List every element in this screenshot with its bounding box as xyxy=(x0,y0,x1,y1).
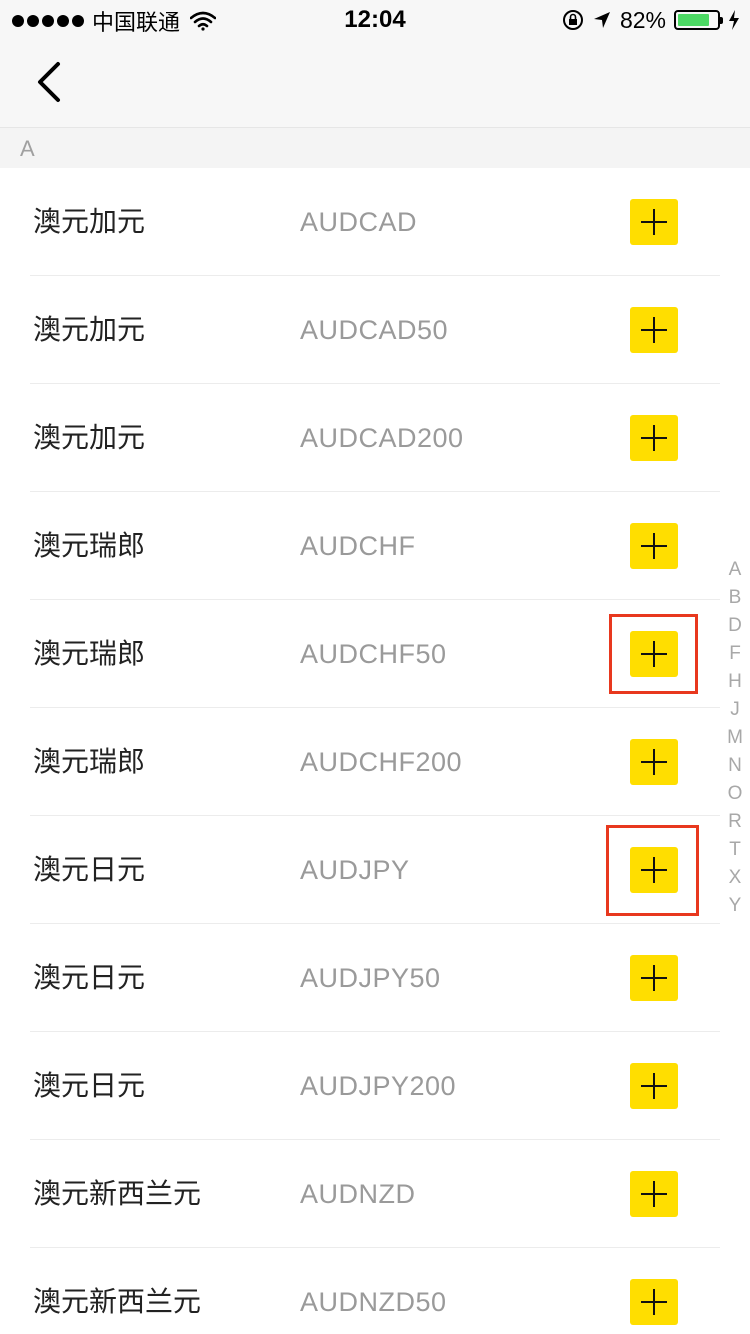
currency-pair-name: 澳元新西兰元 xyxy=(33,1177,202,1210)
index-letter[interactable]: R xyxy=(722,808,748,836)
list-item[interactable]: 澳元瑞郎 AUDCHF xyxy=(0,492,750,600)
index-letter[interactable]: X xyxy=(722,864,748,892)
index-letter[interactable]: A xyxy=(722,556,748,584)
currency-pair-name: 澳元新西兰元 xyxy=(33,1285,202,1318)
currency-pair-name: 澳元加元 xyxy=(33,313,146,346)
currency-pair-symbol: AUDJPY200 xyxy=(300,1071,457,1101)
add-button[interactable] xyxy=(630,739,678,785)
currency-pair-symbol: AUDCHF xyxy=(300,531,416,561)
alphabet-index-bar[interactable]: ABDFHJMNORTXY xyxy=(722,556,748,920)
list-item[interactable]: 澳元加元 AUDCAD200 xyxy=(0,384,750,492)
index-letter[interactable]: J xyxy=(722,696,748,724)
index-letter[interactable]: D xyxy=(722,612,748,640)
currency-pair-symbol: AUDJPY xyxy=(300,855,410,885)
list-item[interactable]: 澳元日元 AUDJPY200 xyxy=(0,1032,750,1140)
battery-percentage: 82% xyxy=(619,6,666,33)
add-button[interactable] xyxy=(630,1171,678,1217)
currency-pair-symbol: AUDCAD50 xyxy=(300,315,449,345)
currency-pair-symbol: AUDCAD xyxy=(300,207,418,237)
charging-bolt-icon xyxy=(729,10,739,30)
list-item[interactable]: 澳元日元 AUDJPY50 xyxy=(0,924,750,1032)
status-bar: 中国联通 12:04 82% xyxy=(0,0,750,40)
currency-pair-symbol: AUDNZD50 xyxy=(300,1287,447,1317)
index-letter[interactable]: N xyxy=(722,752,748,780)
list-item[interactable]: 澳元瑞郎 AUDCHF200 xyxy=(0,708,750,816)
currency-pair-symbol: AUDNZD xyxy=(300,1179,416,1209)
list-item[interactable]: 澳元日元 AUDJPY xyxy=(0,816,750,924)
currency-pair-symbol: AUDCAD200 xyxy=(300,423,464,453)
index-letter[interactable]: B xyxy=(722,584,748,612)
add-button[interactable] xyxy=(630,631,678,677)
currency-pair-name: 澳元瑞郎 xyxy=(33,745,146,778)
status-right: 82% xyxy=(562,7,740,33)
index-letter[interactable]: H xyxy=(722,668,748,696)
currency-pair-name: 澳元瑞郎 xyxy=(33,637,146,670)
index-letter[interactable]: M xyxy=(722,724,748,752)
index-letter[interactable]: Y xyxy=(722,892,748,920)
currency-pair-name: 澳元瑞郎 xyxy=(33,529,146,562)
back-button[interactable] xyxy=(22,54,78,114)
add-button[interactable] xyxy=(630,955,678,1001)
battery-level-fill xyxy=(678,14,710,26)
currency-pair-symbol: AUDCHF50 xyxy=(300,639,447,669)
currency-pair-name: 澳元加元 xyxy=(33,421,146,454)
navigation-bar xyxy=(0,40,750,128)
add-button[interactable] xyxy=(630,415,678,461)
currency-pair-name: 澳元日元 xyxy=(33,1069,146,1102)
add-button[interactable] xyxy=(630,307,678,353)
currency-pair-name: 澳元日元 xyxy=(33,853,146,886)
list-item[interactable]: 澳元新西兰元 AUDNZD50 xyxy=(0,1248,750,1334)
currency-pair-list: 澳元加元 AUDCAD 澳元加元 AUDCAD50 澳元加元 AUDCAD200 澳元瑞郎 A… xyxy=(0,168,750,1334)
chevron-left-icon xyxy=(38,62,60,102)
add-button[interactable] xyxy=(630,1279,678,1325)
currency-pair-name: 澳元加元 xyxy=(33,205,146,238)
currency-pair-name: 澳元日元 xyxy=(33,961,146,994)
location-arrow-icon xyxy=(593,12,610,28)
add-button[interactable] xyxy=(630,847,678,893)
index-letter[interactable]: T xyxy=(722,836,748,864)
list-item[interactable]: 澳元瑞郎 AUDCHF50 xyxy=(0,600,750,708)
currency-pair-symbol: AUDCHF200 xyxy=(300,747,463,777)
index-letter[interactable]: O xyxy=(722,780,748,808)
list-item[interactable]: 澳元加元 AUDCAD xyxy=(0,168,750,276)
add-button[interactable] xyxy=(630,199,678,245)
currency-pair-symbol: AUDJPY50 xyxy=(300,963,441,993)
add-button[interactable] xyxy=(630,1063,678,1109)
section-header: A xyxy=(0,128,750,168)
add-button[interactable] xyxy=(630,523,678,569)
battery-icon xyxy=(674,10,723,30)
list-item[interactable]: 澳元加元 AUDCAD50 xyxy=(0,276,750,384)
section-letter: A xyxy=(20,136,35,161)
list-item[interactable]: 澳元新西兰元 AUDNZD xyxy=(0,1140,750,1248)
orientation-lock-icon xyxy=(562,10,583,30)
index-letter[interactable]: F xyxy=(722,640,748,668)
